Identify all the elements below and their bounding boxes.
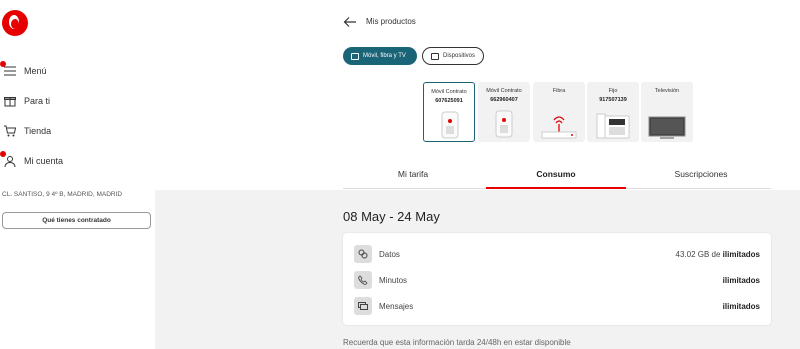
phone-icon xyxy=(441,111,459,139)
router-icon xyxy=(541,116,577,139)
usage-value: 43.02 GB de ilimitados xyxy=(675,249,761,259)
sidebar-item-mi-cuenta[interactable]: Mi cuenta xyxy=(0,151,63,171)
message-icon xyxy=(354,297,372,315)
device-card-mobile-1[interactable]: Móvil Contrato 607625091 xyxy=(423,82,475,142)
active-tab-indicator xyxy=(486,187,626,189)
usage-label: Mensajes xyxy=(379,301,414,311)
device-label: Fijo xyxy=(608,88,618,94)
filter-mobile-fiber-tv[interactable]: Móvil, fibra y TV xyxy=(343,47,417,65)
products-header: Mis productos Móvil, fibra y TV Disposit… xyxy=(155,0,800,190)
sidebar-item-tienda[interactable]: Tienda xyxy=(0,121,51,141)
notification-dot xyxy=(0,151,6,157)
device-number: 917507139 xyxy=(599,97,627,103)
device-number: 607625091 xyxy=(435,98,463,104)
page-title: Mis productos xyxy=(366,17,416,26)
gift-icon xyxy=(2,94,18,108)
usage-row-minutes: Minutos ilimitados xyxy=(354,270,760,290)
tv-icon xyxy=(648,116,686,139)
user-icon xyxy=(0,151,18,168)
phone-icon xyxy=(495,110,513,138)
usage-period: 08 May - 24 May xyxy=(343,209,440,224)
tab-consumo[interactable]: Consumo xyxy=(486,169,626,179)
usage-tabs: Mi tarifa Consumo Suscripciones xyxy=(343,163,771,189)
menu-icon xyxy=(0,61,18,78)
tab-suscripciones[interactable]: Suscripciones xyxy=(631,169,771,179)
sidebar-item-menu[interactable]: Menú xyxy=(0,61,47,81)
filter-label: Móvil, fibra y TV xyxy=(363,53,406,59)
usage-label: Minutos xyxy=(379,275,408,285)
tab-mi-tarifa[interactable]: Mi tarifa xyxy=(343,169,483,179)
usage-label: Datos xyxy=(379,249,400,259)
landline-icon xyxy=(596,113,630,139)
usage-value: ilimitados xyxy=(722,301,760,311)
usage-row-data: Datos 43.02 GB de ilimitados xyxy=(354,244,760,264)
device-label: Televisión xyxy=(654,88,680,94)
device-card-tv[interactable]: Televisión xyxy=(641,82,693,142)
sidebar-item-para-ti[interactable]: Para ti xyxy=(0,91,50,111)
data-icon xyxy=(354,245,372,263)
main-content: Mis productos Móvil, fibra y TV Disposit… xyxy=(155,0,800,349)
filter-devices[interactable]: Dispositivos xyxy=(422,47,484,65)
sidebar-item-label: Menú xyxy=(24,66,47,76)
screen-icon xyxy=(351,52,359,60)
vodafone-logo[interactable] xyxy=(2,10,28,36)
phone-call-icon xyxy=(354,271,372,289)
sidebar-item-label: Tienda xyxy=(24,126,52,136)
sidebar: Menú Para ti Tienda Mi cuenta CL. SANTIS… xyxy=(0,0,155,349)
usage-card: Datos 43.02 GB de ilimitados Minutos ili… xyxy=(343,233,771,325)
device-label: Fibra xyxy=(552,88,566,94)
cart-icon xyxy=(2,124,18,138)
device-label: Móvil Contrato xyxy=(431,89,467,95)
availability-note: Recuerda que esta información tarda 24/4… xyxy=(343,338,571,347)
filter-label: Dispositivos xyxy=(442,53,475,59)
customer-address: CL. SANTISO, 9 4º B, MADRID, MADRID xyxy=(2,191,123,198)
device-label: Móvil Contrato xyxy=(486,88,522,94)
device-card-fiber[interactable]: Fibra xyxy=(533,82,585,142)
sidebar-item-label: Mi cuenta xyxy=(24,156,64,166)
device-card-landline[interactable]: Fijo 917507139 xyxy=(587,82,639,142)
usage-row-messages: Mensajes ilimitados xyxy=(354,296,760,316)
device-number: 662960407 xyxy=(490,97,518,103)
device-card-mobile-2[interactable]: Móvil Contrato 662960407 xyxy=(478,82,530,142)
back-arrow-icon[interactable] xyxy=(343,16,357,28)
notification-dot xyxy=(0,61,6,67)
sidebar-item-label: Para ti xyxy=(24,96,51,106)
usage-value: ilimitados xyxy=(722,275,760,285)
contract-button[interactable]: Qué tienes contratado xyxy=(2,212,151,229)
device-icon xyxy=(431,52,439,60)
